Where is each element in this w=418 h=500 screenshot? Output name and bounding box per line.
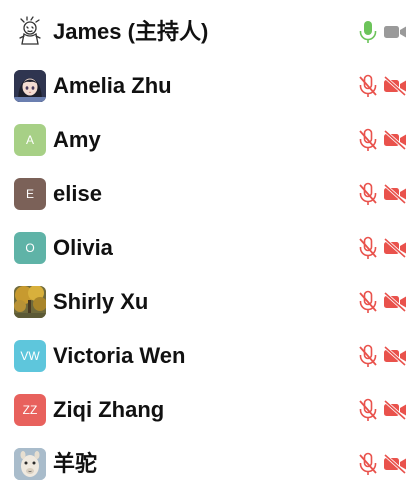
camera-off-icon[interactable] xyxy=(383,76,407,96)
microphone-muted-icon[interactable] xyxy=(357,182,379,206)
participant-name: Amy xyxy=(53,127,101,152)
camera-off-icon[interactable] xyxy=(383,400,407,420)
avatar: VW xyxy=(14,340,46,372)
avatar xyxy=(14,286,46,318)
avatar-initials: A xyxy=(25,133,34,147)
camera-off-icon[interactable] xyxy=(383,184,407,204)
participant-row-alpaca[interactable]: 羊驼 xyxy=(0,437,418,491)
avatar xyxy=(14,16,46,48)
microphone-muted-icon[interactable] xyxy=(357,344,379,368)
avatar: E xyxy=(14,178,46,210)
avatar: A xyxy=(14,124,46,156)
microphone-muted-icon[interactable] xyxy=(357,128,379,152)
microphone-muted-icon[interactable] xyxy=(357,452,379,476)
participant-row-elise[interactable]: E elise xyxy=(0,167,418,221)
microphone-icon[interactable] xyxy=(357,20,379,44)
participant-name: Ziqi Zhang xyxy=(53,397,165,422)
participant-name: 羊驼 xyxy=(53,451,98,476)
participant-row-ziqi-zhang[interactable]: ZZ Ziqi Zhang xyxy=(0,383,418,437)
participant-name: Shirly Xu xyxy=(53,289,149,314)
avatar: O xyxy=(14,232,46,264)
avatar-initials: ZZ xyxy=(22,403,38,417)
participant-row-amy[interactable]: A Amy xyxy=(0,113,418,167)
microphone-muted-icon[interactable] xyxy=(357,74,379,98)
camera-off-icon[interactable] xyxy=(383,454,407,474)
participant-name: Amelia Zhu xyxy=(53,73,172,98)
microphone-muted-icon[interactable] xyxy=(357,290,379,314)
participant-name: Victoria Wen xyxy=(53,343,186,368)
microphone-muted-icon[interactable] xyxy=(357,398,379,422)
microphone-muted-icon[interactable] xyxy=(357,236,379,260)
autumn-tree-photo-icon xyxy=(14,286,46,318)
avatar: ZZ xyxy=(14,394,46,426)
participant-row-shirly-xu[interactable]: Shirly Xu xyxy=(0,275,418,329)
anime-portrait-icon xyxy=(14,70,46,102)
alpaca-photo-icon xyxy=(14,448,46,480)
participant-row-james[interactable]: James (主持人) xyxy=(0,5,418,59)
sketch-person-icon xyxy=(19,16,41,45)
avatar xyxy=(14,448,46,480)
participant-name: Olivia xyxy=(53,235,113,260)
avatar xyxy=(14,70,46,102)
camera-off-icon[interactable] xyxy=(383,130,407,150)
camera-off-icon[interactable] xyxy=(383,346,407,366)
participant-row-amelia-zhu[interactable]: Amelia Zhu xyxy=(0,59,418,113)
participant-row-victoria-wen[interactable]: VW Victoria Wen xyxy=(0,329,418,383)
participant-name: James (主持人) xyxy=(53,19,209,44)
camera-off-icon[interactable] xyxy=(383,292,407,312)
camera-off-icon[interactable] xyxy=(383,238,407,258)
participant-name: elise xyxy=(53,181,102,206)
avatar-initials: O xyxy=(25,241,35,255)
participant-list: James (主持人) Amelia Zhu A Amy E elise O O… xyxy=(0,0,418,500)
avatar-initials: E xyxy=(25,187,34,201)
participant-row-olivia[interactable]: O Olivia xyxy=(0,221,418,275)
camera-icon[interactable] xyxy=(383,22,407,42)
avatar-initials: VW xyxy=(20,349,40,363)
